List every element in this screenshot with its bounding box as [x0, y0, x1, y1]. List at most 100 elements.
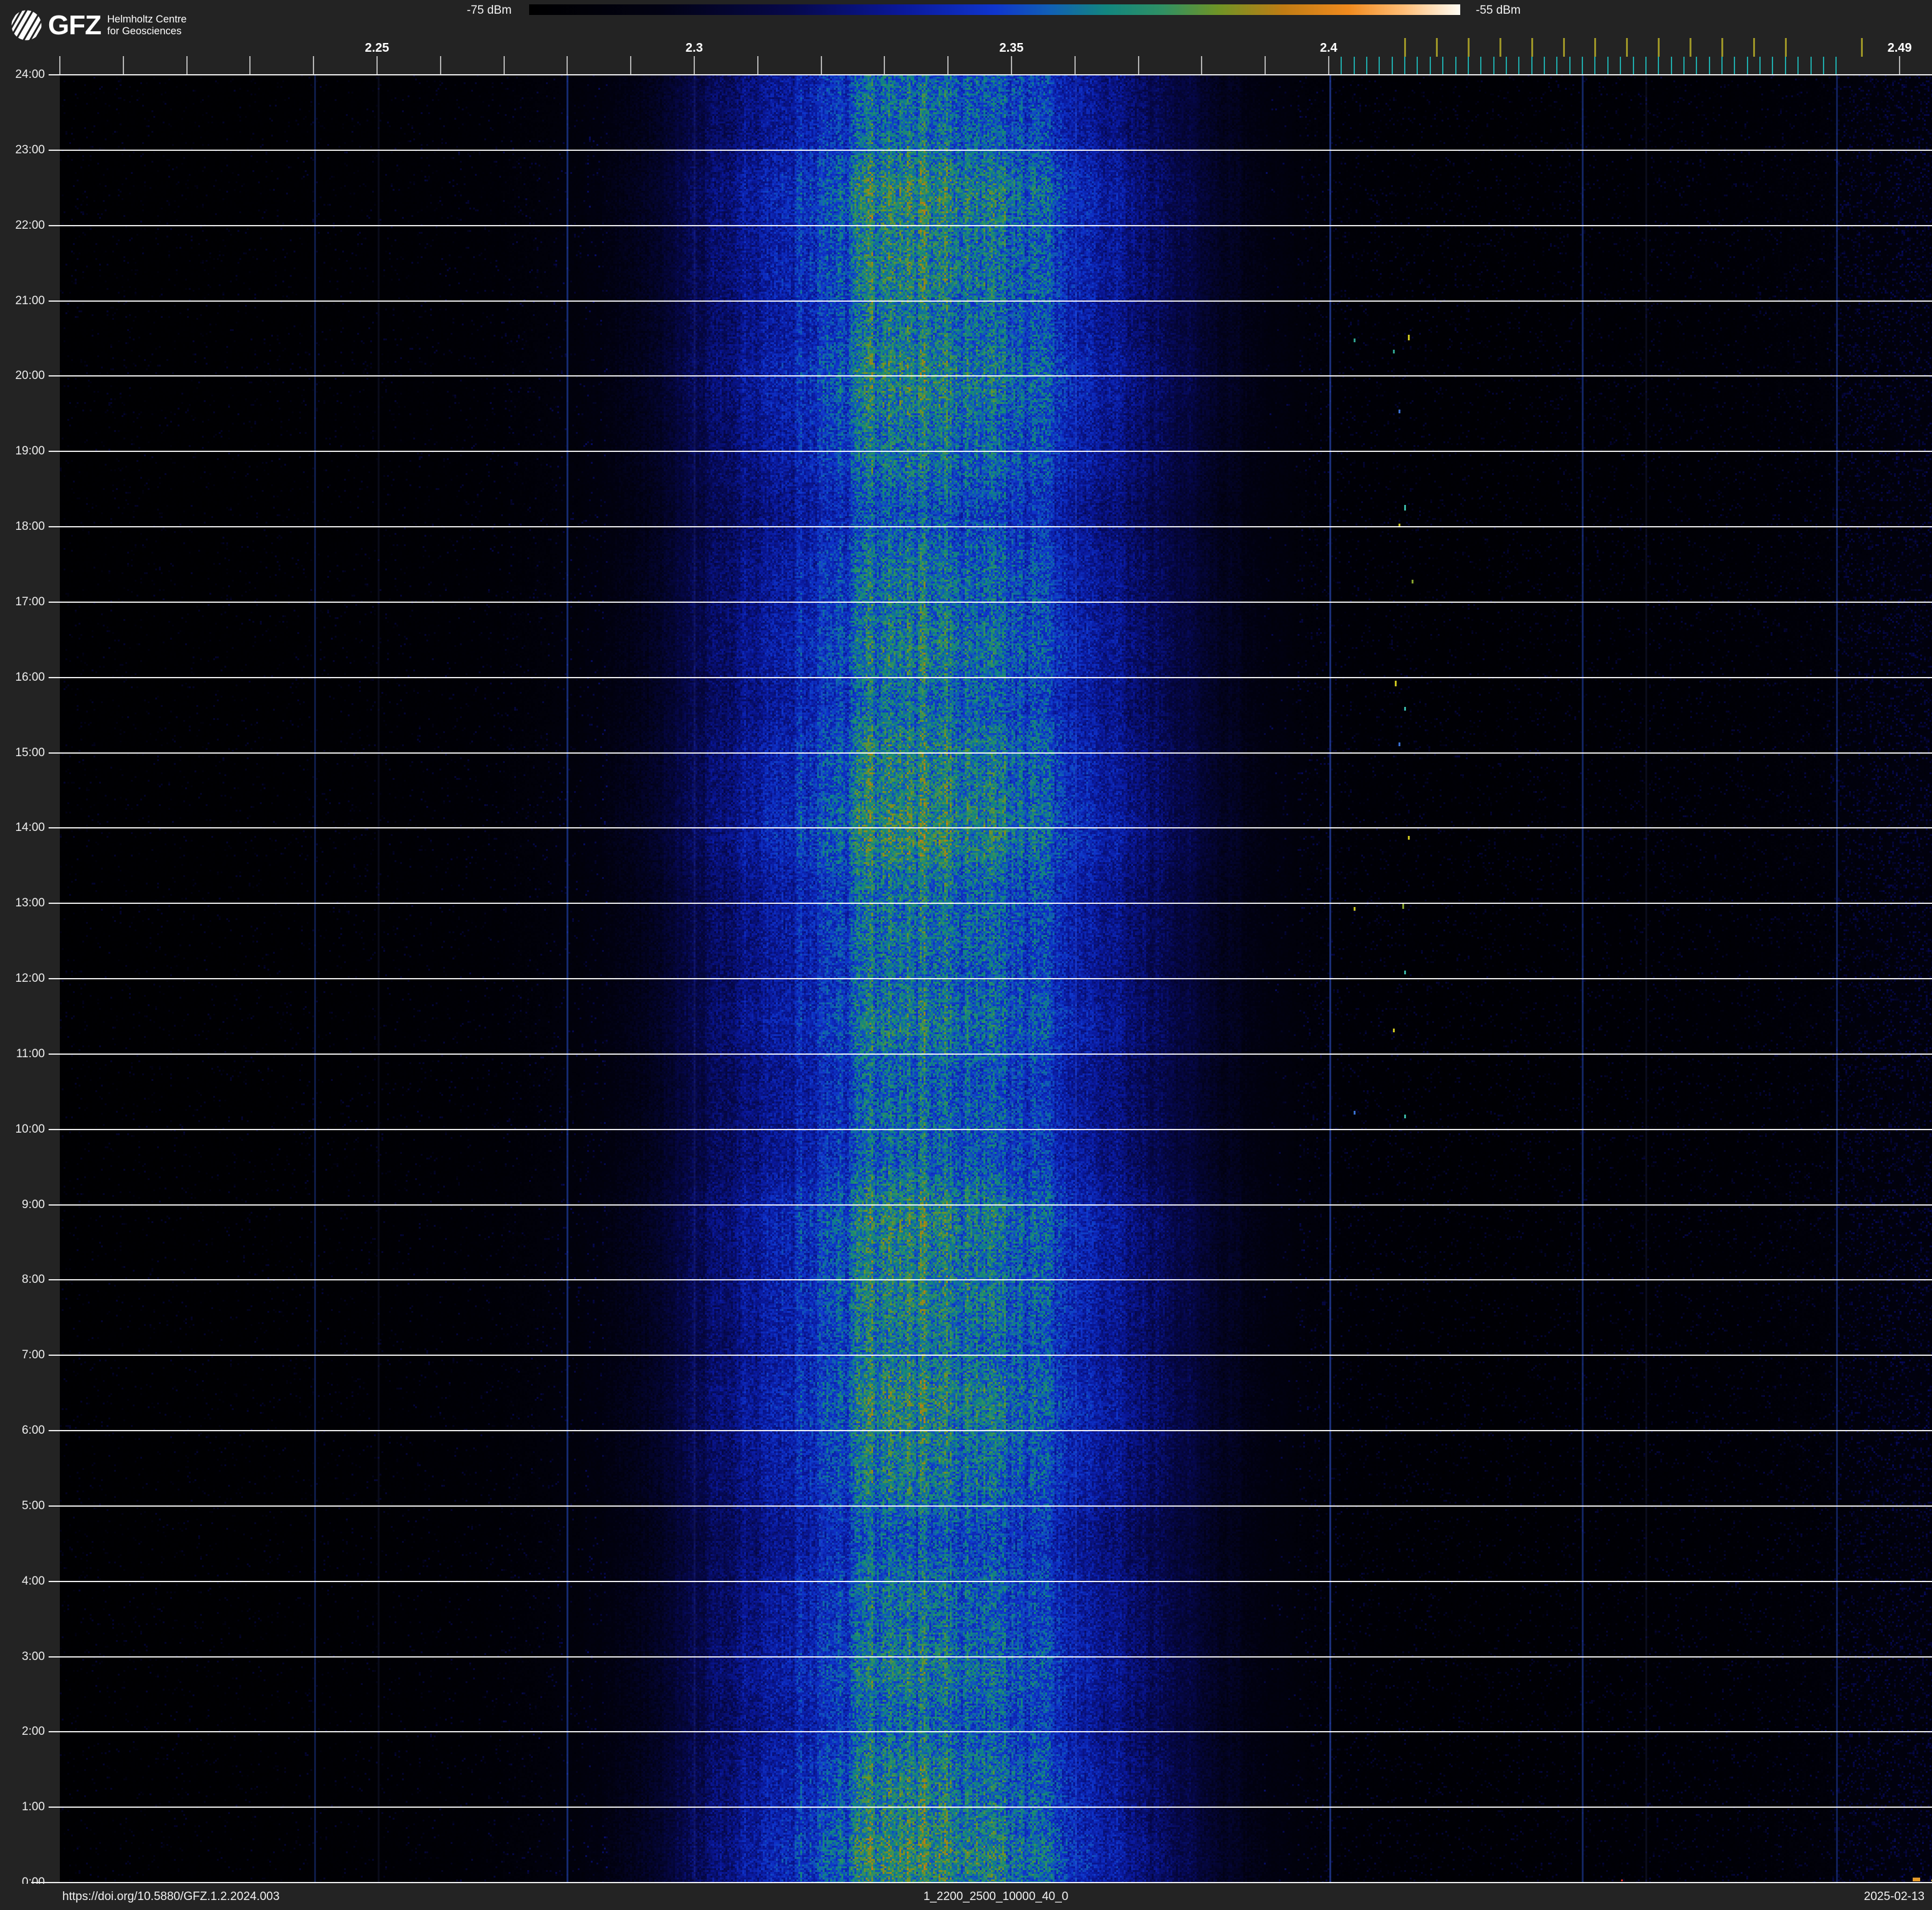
freq-tick — [567, 56, 568, 74]
ble-channel-tick — [1442, 57, 1444, 74]
hour-gridline — [49, 903, 1932, 905]
freq-tick — [1074, 56, 1076, 74]
time-tick-label: 5:00 — [22, 1499, 45, 1512]
ble-channel-tick — [1341, 57, 1342, 74]
ble-channel-tick — [1505, 57, 1507, 74]
frequency-axis: 2.25 2.3 2.35 2.4 2.49 — [0, 37, 1932, 75]
ble-channel-tick — [1353, 57, 1355, 74]
hour-gridline — [49, 149, 1932, 151]
freq-tick — [693, 56, 695, 74]
ble-channel-tick — [1569, 57, 1571, 74]
hour-gridline — [49, 451, 1932, 453]
date-text: 2025-02-13 — [1863, 1890, 1925, 1903]
hour-gridline — [49, 300, 1932, 302]
ble-channel-tick — [1594, 57, 1596, 74]
ble-channel-tick — [1582, 57, 1584, 74]
ble-channel-tick — [1822, 57, 1824, 74]
time-tick-label: 11:00 — [16, 1047, 45, 1060]
hour-gridline — [49, 224, 1932, 226]
ble-channel-tick — [1404, 57, 1406, 74]
hour-gridline — [31, 1882, 1932, 1883]
time-tick-label: 18:00 — [15, 520, 45, 533]
freq-tick — [122, 56, 124, 74]
wifi-channel-tick — [1721, 38, 1724, 57]
freq-tick — [1201, 56, 1203, 74]
logo-name-line2: for Geosciences — [107, 25, 182, 37]
freq-tick-label: 2.35 — [999, 41, 1024, 55]
wifi-channel-tick — [1531, 38, 1533, 57]
ble-channel-tick — [1658, 57, 1660, 74]
freq-tick — [1265, 56, 1266, 74]
wifi-channel-tick — [1499, 38, 1501, 57]
time-tick-label: 21:00 — [15, 294, 45, 307]
ble-channel-tick — [1734, 57, 1736, 74]
colorbar-max-label: -55 dBm — [1476, 4, 1521, 17]
time-tick-label: 15:00 — [15, 746, 45, 759]
time-tick-label: 10:00 — [15, 1122, 45, 1136]
time-tick-label: 9:00 — [22, 1197, 45, 1211]
hour-gridline — [49, 827, 1932, 829]
wifi-channel-tick — [1467, 38, 1470, 57]
ble-channel-tick — [1784, 57, 1786, 74]
freq-tick-label: 2.25 — [365, 41, 390, 55]
time-tick-label: 3:00 — [22, 1649, 45, 1663]
wifi-channel-tick — [1626, 38, 1628, 57]
ble-channel-tick — [1645, 57, 1647, 74]
wifi-channel-tick — [1562, 38, 1565, 57]
hour-gridline — [49, 752, 1932, 754]
time-tick-label: 17:00 — [15, 595, 45, 608]
time-tick-label: 6:00 — [22, 1424, 45, 1437]
freq-tick — [439, 56, 441, 74]
header: GFZ Helmholtz Centre for Geosciences -75… — [0, 0, 1932, 41]
ble-channel-tick — [1379, 57, 1380, 74]
ble-channel-tick — [1391, 57, 1393, 74]
hour-gridline — [49, 1807, 1932, 1808]
hour-gridline — [49, 1204, 1932, 1206]
ble-channel-tick — [1746, 57, 1748, 74]
ble-channel-tick — [1480, 57, 1482, 74]
time-tick-label: 12:00 — [15, 972, 45, 985]
ble-channel-tick — [1772, 57, 1774, 74]
freq-tick — [503, 56, 505, 74]
hour-gridline — [49, 1731, 1932, 1733]
ble-channel-tick — [1365, 57, 1367, 74]
freq-tick — [1010, 56, 1012, 74]
wifi-channel-tick — [1690, 38, 1692, 57]
gfz-logo: GFZ Helmholtz Centre for Geosciences — [11, 10, 186, 41]
wifi-channel-tick — [1435, 38, 1438, 57]
hour-gridline — [49, 978, 1932, 979]
logo-name-line1: Helmholtz Centre — [107, 13, 187, 25]
freq-tick — [1137, 56, 1139, 74]
time-tick-label: 19:00 — [15, 444, 45, 458]
time-tick-label: 4:00 — [22, 1574, 45, 1588]
freq-tick — [757, 56, 758, 74]
logo-acronym: GFZ — [48, 9, 102, 41]
dataset-id-text: 1_2200_2500_10000_40_0 — [923, 1890, 1069, 1903]
freq-tick — [820, 56, 822, 74]
ble-channel-tick — [1620, 57, 1622, 74]
gfz-globe-icon — [11, 10, 42, 41]
time-tick-label: 14:00 — [15, 821, 45, 835]
hour-gridline — [49, 526, 1932, 527]
wifi-channel-tick — [1404, 38, 1407, 57]
hour-gridline — [49, 1656, 1932, 1658]
freq-tick — [630, 56, 632, 74]
freq-tick-label: 2.4 — [1320, 41, 1337, 55]
colorbar-gradient — [529, 4, 1460, 15]
hour-gridline — [49, 1505, 1932, 1507]
time-tick-label: 23:00 — [15, 143, 45, 156]
ble-channel-tick — [1493, 57, 1494, 74]
ble-channel-tick — [1683, 57, 1685, 74]
ble-channel-tick — [1518, 57, 1520, 74]
hour-gridline — [49, 1355, 1932, 1356]
ble-channel-tick — [1429, 57, 1431, 74]
freq-tick — [186, 56, 188, 74]
colorbar-min-label: -75 dBm — [467, 4, 512, 17]
time-tick-label: 13:00 — [15, 896, 45, 910]
wifi-channel-tick — [1784, 38, 1787, 57]
ble-channel-tick — [1797, 57, 1799, 74]
ble-channel-tick — [1544, 57, 1546, 74]
freq-tick — [1327, 56, 1329, 74]
freq-tick-label: 2.3 — [686, 41, 703, 55]
freq-tick — [249, 56, 251, 74]
